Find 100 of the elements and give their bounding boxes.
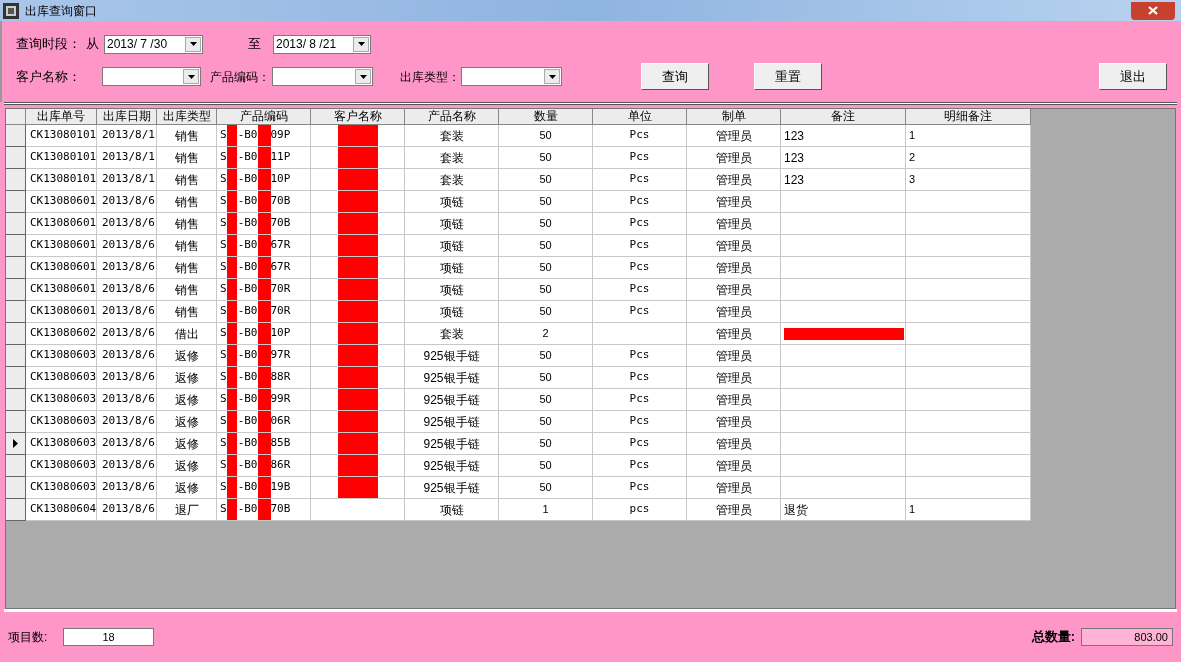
table-row[interactable]: CK13080601 2013/8/6 销售 S -B0 70R 项链 50 Pcs 管理员 — [6, 301, 1031, 323]
product-code-dropdown[interactable] — [272, 67, 373, 86]
code-fragment: S — [220, 391, 227, 408]
table-row[interactable]: CK13080603 2013/8/6 返修 S -B0 19B 925银手链 50 Pcs 管理员 — [6, 477, 1031, 499]
redaction-bar — [226, 279, 237, 300]
table-row[interactable]: CK13080601 2013/8/6 销售 S -B0 67R 项链 50 Pcs 管理员 — [6, 257, 1031, 279]
row-selector[interactable] — [6, 433, 26, 455]
column-header[interactable]: 单位 — [593, 109, 687, 125]
close-button[interactable] — [1131, 1, 1175, 20]
code-fragment: -B0 — [237, 193, 258, 210]
code-fragment: 10P — [270, 171, 291, 188]
code-fragment: S — [220, 457, 227, 474]
redaction-bar — [257, 213, 271, 234]
code-fragment: -B0 — [237, 215, 258, 232]
code-fragment: -B0 — [237, 259, 258, 276]
redaction-bar — [257, 323, 271, 344]
code-fragment: S — [220, 369, 227, 386]
redaction-bar — [257, 499, 271, 520]
redaction-bar — [226, 213, 237, 234]
code-fragment: S — [220, 193, 227, 210]
code-fragment: 70B — [270, 193, 291, 210]
table-row[interactable]: CK13080101 2013/8/1 销售 S -B0 09P 套装 50 Pcs 管理员 123 1 — [6, 125, 1031, 147]
column-header[interactable]: 明细备注 — [906, 109, 1031, 125]
code-fragment: S — [220, 479, 227, 496]
table-row[interactable]: CK13080604 2013/8/6 退厂 S -B0 70B 项链 1 pcs 管理员 退货 1 — [6, 499, 1031, 521]
from-date-picker[interactable]: 2013/ 7 /30 — [104, 34, 203, 54]
table-row[interactable]: CK13080601 2013/8/6 销售 S -B0 67R 项链 50 Pcs 管理员 — [6, 235, 1031, 257]
table-row[interactable]: CK13080601 2013/8/6 销售 S -B0 70B 项链 50 Pcs 管理员 — [6, 213, 1031, 235]
column-header[interactable]: 产品编码 — [217, 109, 311, 125]
column-header[interactable]: 出库单号 — [26, 109, 97, 125]
code-fragment: -B0 — [237, 435, 258, 452]
code-fragment: 09P — [270, 127, 291, 144]
column-header[interactable]: 出库类型 — [157, 109, 217, 125]
column-header[interactable]: 数量 — [499, 109, 593, 125]
code-fragment: -B0 — [237, 237, 258, 254]
redaction-bar — [257, 257, 271, 278]
table-row[interactable]: CK13080603 2013/8/6 返修 S -B0 99R 925银手链 50 Pcs 管理员 — [6, 389, 1031, 411]
code-fragment: S — [220, 215, 227, 232]
code-fragment: -B0 — [237, 127, 258, 144]
redaction-bar — [226, 389, 237, 410]
column-header[interactable]: 产品名称 — [405, 109, 499, 125]
table-row[interactable]: CK13080603 2013/8/6 返修 S -B0 06R 925银手链 50 Pcs 管理员 — [6, 411, 1031, 433]
table-row[interactable]: CK13080603 2013/8/6 返修 S -B0 86R 925银手链 50 Pcs 管理员 — [6, 455, 1031, 477]
redaction-bar — [257, 301, 271, 322]
table-row[interactable]: CK13080101 2013/8/1 销售 S -B0 10P 套装 50 Pcs 管理员 123 3 — [6, 169, 1031, 191]
table-row[interactable]: CK13080601 2013/8/6 销售 S -B0 70B 项链 50 Pcs 管理员 — [6, 191, 1031, 213]
code-fragment: 97R — [270, 347, 291, 364]
code-fragment: -B0 — [237, 149, 258, 166]
redaction-bar — [226, 433, 237, 454]
column-header[interactable]: 备注 — [781, 109, 906, 125]
redaction-bar — [226, 257, 237, 278]
redaction-bar — [226, 147, 237, 168]
code-fragment: 86R — [270, 457, 291, 474]
code-fragment: -B0 — [237, 479, 258, 496]
table-row[interactable]: CK13080603 2013/8/6 返修 S -B0 88R 925银手链 50 Pcs 管理员 — [6, 367, 1031, 389]
code-fragment: S — [220, 501, 227, 518]
code-fragment: -B0 — [237, 391, 258, 408]
redaction-bar — [226, 191, 237, 212]
exit-button[interactable]: 退出 — [1099, 63, 1167, 90]
to-date-picker[interactable]: 2013/ 8 /21 — [273, 34, 371, 54]
redaction-bar — [226, 235, 237, 256]
code-fragment: 06R — [270, 413, 291, 430]
table-cell: 1 — [906, 499, 1031, 521]
table-row[interactable]: CK13080603 2013/8/6 返修 S -B0 97R 925银手链 50 Pcs 管理员 — [6, 345, 1031, 367]
count-label: 项目数: — [8, 629, 49, 646]
table-cell: 2013/8/6 — [97, 499, 157, 521]
code-fragment: 67R — [270, 259, 291, 276]
code-fragment: 85B — [270, 435, 291, 452]
code-fragment: -B0 — [237, 457, 258, 474]
from-label: 从 — [86, 35, 100, 54]
code-fragment: -B0 — [237, 171, 258, 188]
code-fragment: S — [220, 259, 227, 276]
customer-label: 客户名称： — [16, 67, 82, 86]
redaction-bar — [257, 235, 271, 256]
column-header[interactable]: 客户名称 — [311, 109, 405, 125]
code-fragment: S — [220, 149, 227, 166]
query-button[interactable]: 查询 — [641, 63, 709, 90]
code-fragment: 70B — [270, 215, 291, 232]
code-fragment: 11P — [270, 149, 291, 166]
code-fragment: S — [220, 325, 227, 342]
type-dropdown[interactable] — [461, 67, 562, 86]
code-fragment: S — [220, 281, 227, 298]
column-header[interactable]: 制单 — [687, 109, 781, 125]
type-label: 出库类型： — [400, 68, 461, 86]
table-row[interactable]: CK13080101 2013/8/1 销售 S -B0 11P 套装 50 Pcs 管理员 123 2 — [6, 147, 1031, 169]
redaction-bar — [257, 433, 271, 454]
redaction-bar — [226, 301, 237, 322]
table-row[interactable]: CK13080603 2013/8/6 返修 S -B0 85B 925银手链 50 Pcs 管理员 — [6, 433, 1031, 455]
code-fragment: 70R — [270, 281, 291, 298]
table-row[interactable]: CK13080602 2013/8/6 借出 S -B0 10P 套装 2 管理员 — [6, 323, 1031, 345]
customer-dropdown[interactable] — [102, 67, 201, 86]
table-cell: CK13080604 — [26, 499, 97, 521]
reset-button[interactable]: 重置 — [754, 63, 822, 90]
header-corner — [6, 109, 26, 125]
count-field: 18 — [63, 628, 154, 646]
code-fragment: S — [220, 237, 227, 254]
column-header[interactable]: 出库日期 — [97, 109, 157, 125]
table-row[interactable]: CK13080601 2013/8/6 销售 S -B0 70R 项链 50 Pcs 管理员 — [6, 279, 1031, 301]
table-cell: 项链 — [405, 499, 499, 521]
code-fragment: 70R — [270, 303, 291, 320]
